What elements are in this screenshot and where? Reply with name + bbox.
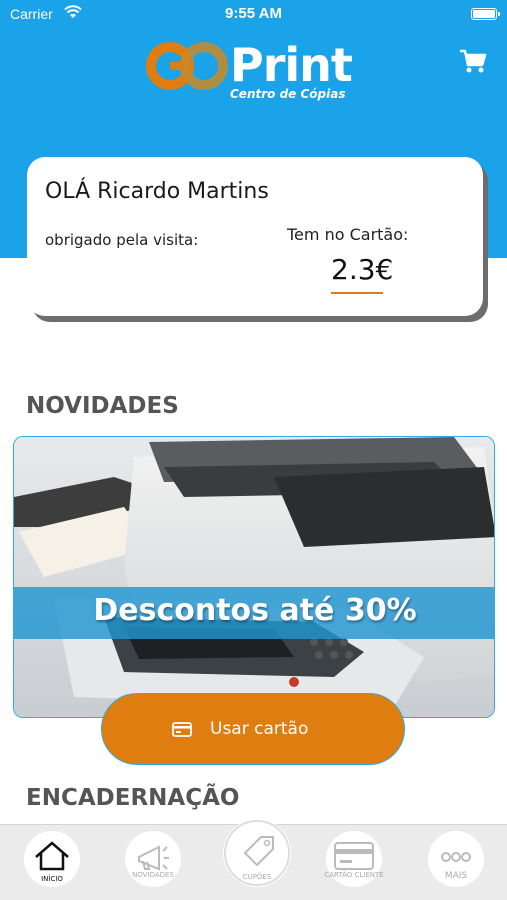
thanks-text: obrigado pela visita: [45, 231, 199, 249]
tab-coupons[interactable]: CUPÕES [223, 819, 291, 887]
balance-underline [331, 292, 383, 294]
use-card-label: Usar cartão [210, 719, 309, 739]
tab-home-label: INÍCIO [41, 875, 63, 883]
tab-client-card[interactable]: CARTÃO CLIENTE [324, 831, 384, 887]
tab-coupons-label: CUPÕES [242, 873, 272, 881]
greeting-text: OLÁ Ricardo Martins [45, 179, 269, 204]
tab-more-label: MAIS [444, 871, 468, 881]
tab-home[interactable]: INÍCIO [24, 831, 80, 887]
tab-client-card-label: CARTÃO CLIENTE [324, 871, 384, 879]
logo-go-mark [146, 42, 228, 90]
use-card-button[interactable]: Usar cartão [101, 693, 405, 765]
status-time: 9:55 AM [225, 5, 282, 22]
tab-news-label: NOVIDADES [132, 871, 174, 879]
tab-more[interactable]: MAIS [428, 831, 484, 887]
balance-label: Tem no Cartão: [287, 225, 409, 244]
logo-subtitle: Centro de Cópias [230, 87, 346, 101]
status-bar: Carrier 9:55 AM [0, 0, 507, 28]
tab-bar: INÍCIO NOVIDADES CUPÕES CARTÃO CLIENTE M… [0, 819, 507, 900]
promo-banner[interactable]: Descontos até 30% [13, 436, 495, 718]
promo-text: Descontos até 30% [93, 593, 417, 628]
tab-news[interactable]: NOVIDADES [125, 831, 181, 887]
battery-icon [471, 8, 500, 20]
news-section-title: NOVIDADES [26, 393, 179, 419]
cart-icon[interactable] [458, 46, 488, 76]
printer-image [14, 437, 494, 717]
logo-print-text: Print [230, 38, 353, 92]
account-card: OLÁ Ricardo Martins obrigado pela visita… [27, 157, 483, 316]
binding-section-title: ENCADERNAÇÃO [26, 785, 240, 811]
goprint-logo: Print Centro de Cópias [146, 38, 356, 106]
balance-value: 2.3€ [331, 253, 394, 286]
credit-card-icon [172, 722, 192, 737]
